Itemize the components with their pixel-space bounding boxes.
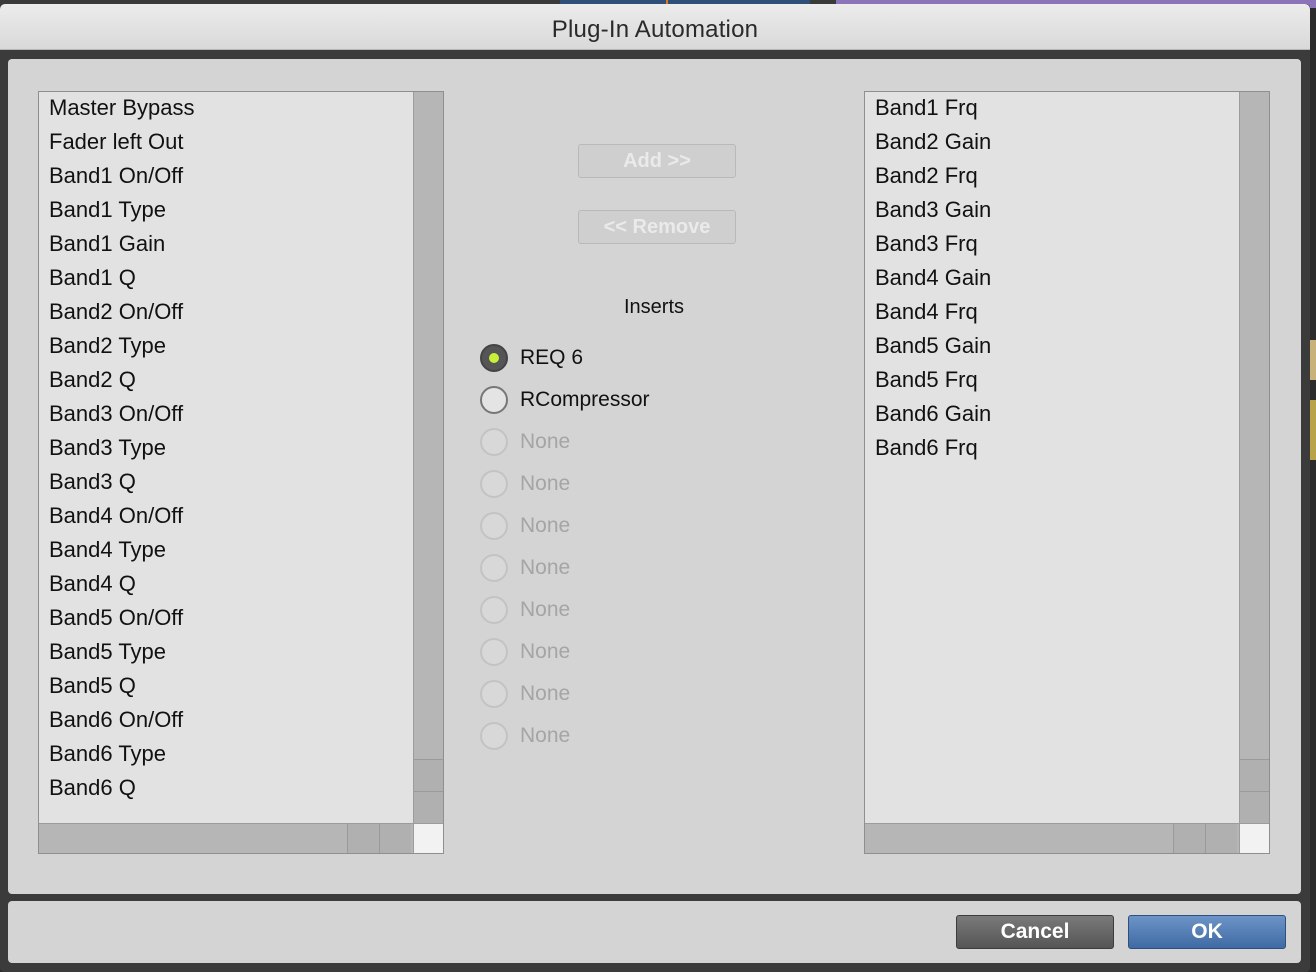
dialog-title: Plug-In Automation — [551, 16, 759, 43]
insert-radio-button[interactable] — [480, 386, 508, 414]
available-param-item[interactable]: Band3 Type — [39, 434, 413, 468]
available-param-item[interactable]: Band1 Gain — [39, 230, 413, 264]
vertical-scrollbar[interactable] — [1239, 92, 1269, 823]
insert-option-label: REQ 6 — [520, 346, 584, 369]
available-param-item[interactable]: Band2 On/Off — [39, 298, 413, 332]
cancel-button[interactable]: Cancel — [956, 915, 1114, 949]
insert-option-label: None — [520, 724, 571, 747]
automated-param-item[interactable]: Band5 Frq — [865, 366, 1239, 400]
automated-param-item[interactable]: Band4 Frq — [865, 298, 1239, 332]
available-params-items: Master Bypass Fader left Out Band1 On/Off B… — [39, 92, 413, 823]
insert-option-label: None — [520, 556, 571, 579]
insert-radio-button — [480, 722, 508, 750]
scroll-left-arrow[interactable] — [1173, 824, 1205, 853]
radio-selected-dot — [489, 353, 499, 363]
scroll-corner — [413, 823, 443, 853]
background-region — [1309, 400, 1316, 460]
scroll-corner — [1239, 823, 1269, 853]
insert-radio-button — [480, 680, 508, 708]
available-param-item[interactable]: Band2 Q — [39, 366, 413, 400]
automated-param-item[interactable]: Band4 Gain — [865, 264, 1239, 298]
scroll-right-arrow[interactable] — [1205, 824, 1237, 853]
scroll-up-arrow[interactable] — [1240, 759, 1269, 791]
automated-param-item[interactable]: Band3 Gain — [865, 196, 1239, 230]
scroll-left-arrow[interactable] — [347, 824, 379, 853]
automated-params-list[interactable]: Band1 Frq Band2 Gain Band2 Frq Band3 Gain Ba… — [864, 91, 1270, 854]
available-param-item[interactable]: Band5 Q — [39, 672, 413, 706]
scroll-right-arrow[interactable] — [379, 824, 411, 853]
scroll-up-arrow[interactable] — [414, 759, 443, 791]
available-param-item[interactable]: Band3 Q — [39, 468, 413, 502]
available-param-item[interactable]: Band2 Type — [39, 332, 413, 366]
insert-option-label: None — [520, 598, 571, 621]
available-param-item[interactable]: Band1 Q — [39, 264, 413, 298]
inserts-label: Inserts — [623, 296, 685, 318]
remove-button[interactable]: << Remove — [578, 210, 736, 244]
insert-radio-button — [480, 428, 508, 456]
available-param-item[interactable]: Master Bypass — [39, 94, 413, 128]
insert-radio-button — [480, 638, 508, 666]
background-region — [1309, 340, 1316, 380]
horizontal-scrollbar[interactable] — [39, 823, 413, 853]
scroll-down-arrow[interactable] — [1240, 791, 1269, 823]
available-params-list[interactable]: Master Bypass Fader left Out Band1 On/Off B… — [38, 91, 444, 854]
available-param-item[interactable]: Band1 Type — [39, 196, 413, 230]
automated-param-item[interactable]: Band3 Frq — [865, 230, 1239, 264]
available-param-item[interactable]: Band4 Type — [39, 536, 413, 570]
horizontal-scrollbar[interactable] — [865, 823, 1239, 853]
insert-radio-button[interactable] — [480, 344, 508, 372]
add-button[interactable]: Add >> — [578, 144, 736, 178]
title-bar[interactable]: Plug-In Automation — [0, 4, 1310, 50]
insert-option-label: None — [520, 640, 571, 663]
available-param-item[interactable]: Band5 On/Off — [39, 604, 413, 638]
insert-option-label: None — [520, 514, 571, 537]
scroll-down-arrow[interactable] — [414, 791, 443, 823]
insert-option-label: None — [520, 682, 571, 705]
insert-radio-button — [480, 512, 508, 540]
insert-option-label: RCompressor — [520, 388, 650, 411]
automated-params-items: Band1 Frq Band2 Gain Band2 Frq Band3 Gain Ba… — [865, 92, 1239, 823]
automated-param-item[interactable]: Band5 Gain — [865, 332, 1239, 366]
available-param-item[interactable]: Fader left Out — [39, 128, 413, 162]
available-param-item[interactable]: Band3 On/Off — [39, 400, 413, 434]
available-param-item[interactable]: Band6 Q — [39, 774, 413, 808]
available-param-item[interactable]: Band5 Type — [39, 638, 413, 672]
available-param-item[interactable]: Band4 On/Off — [39, 502, 413, 536]
available-param-item[interactable]: Band4 Q — [39, 570, 413, 604]
automated-param-item[interactable]: Band2 Gain — [865, 128, 1239, 162]
insert-radio-button — [480, 470, 508, 498]
vertical-scrollbar[interactable] — [413, 92, 443, 823]
available-param-item[interactable]: Band6 Type — [39, 740, 413, 774]
ok-button[interactable]: OK — [1128, 915, 1286, 949]
insert-radio-button — [480, 554, 508, 582]
available-param-item[interactable]: Band6 On/Off — [39, 706, 413, 740]
insert-option-label: None — [520, 472, 571, 495]
automated-param-item[interactable]: Band6 Frq — [865, 434, 1239, 468]
insert-option-label: None — [520, 430, 571, 453]
available-param-item[interactable]: Band1 On/Off — [39, 162, 413, 196]
insert-radio-button — [480, 596, 508, 624]
automated-param-item[interactable]: Band6 Gain — [865, 400, 1239, 434]
automated-param-item[interactable]: Band1 Frq — [865, 94, 1239, 128]
automated-param-item[interactable]: Band2 Frq — [865, 162, 1239, 196]
